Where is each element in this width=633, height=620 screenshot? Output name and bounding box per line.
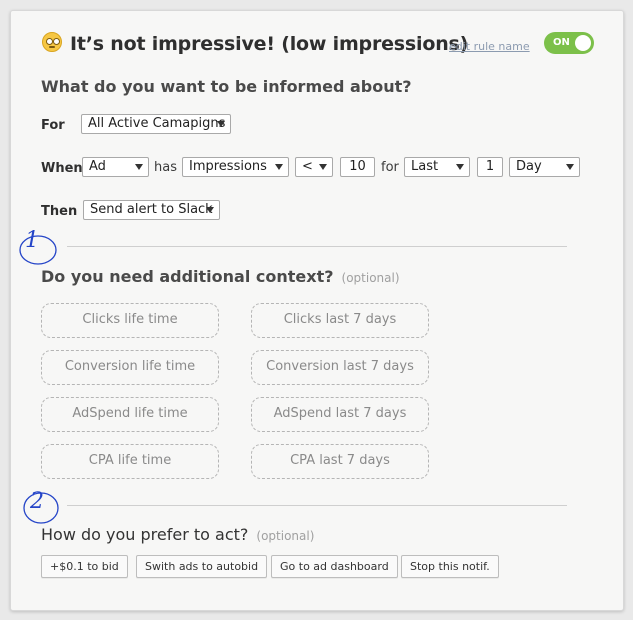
rule-enabled-toggle[interactable]: ON — [544, 32, 594, 54]
operator-select-value: < — [302, 159, 313, 174]
entity-select[interactable]: Ad — [82, 157, 149, 177]
campaign-select[interactable]: All Active Camapigns — [81, 114, 231, 134]
rule-title: It’s not impressive! (low impressions) — [70, 33, 469, 55]
period-type-select[interactable]: Last — [404, 157, 470, 177]
toggle-label: ON — [553, 37, 570, 48]
period-unit-select-value: Day — [516, 159, 542, 174]
bid-increase-button[interactable]: +$0.1 to bid — [41, 555, 128, 578]
rule-card: It’s not impressive! (low impressions) e… — [10, 10, 624, 611]
context-option-adspend-last-7-days[interactable]: AdSpend last 7 days — [251, 397, 429, 432]
face-with-rolling-eyes-icon — [42, 32, 62, 52]
chevron-down-icon — [217, 121, 225, 127]
entity-select-value: Ad — [89, 159, 106, 174]
for-text: for — [381, 160, 399, 175]
period-type-select-value: Last — [411, 159, 439, 174]
context-option-clicks-life-time[interactable]: Clicks life time — [41, 303, 219, 338]
metric-select-value: Impressions — [189, 159, 267, 174]
operator-select[interactable]: < — [295, 157, 333, 177]
context-heading: Do you need additional context? (optional… — [41, 267, 400, 286]
annotation-circle-two — [23, 492, 59, 524]
threshold-input[interactable]: 10 — [340, 157, 375, 177]
act-heading-text: How do you prefer to act? — [41, 525, 249, 544]
chevron-down-icon — [319, 164, 327, 170]
context-heading-text: Do you need additional context? — [41, 267, 334, 286]
chevron-down-icon — [206, 207, 214, 213]
period-count-input[interactable]: 1 — [477, 157, 503, 177]
chevron-down-icon — [456, 164, 464, 170]
action-channel-select-value: Send alert to Slack — [90, 202, 213, 217]
context-option-adspend-life-time[interactable]: AdSpend life time — [41, 397, 219, 432]
action-channel-select[interactable]: Send alert to Slack — [83, 200, 220, 220]
period-unit-select[interactable]: Day — [509, 157, 580, 177]
context-option-conversion-last-7-days[interactable]: Conversion last 7 days — [251, 350, 429, 385]
chevron-down-icon — [566, 164, 574, 170]
context-option-cpa-last-7-days[interactable]: CPA last 7 days — [251, 444, 429, 479]
has-text: has — [154, 160, 177, 175]
context-optional-label: (optional) — [341, 271, 400, 285]
ad-dashboard-button[interactable]: Go to ad dashboard — [271, 555, 398, 578]
for-label: For — [41, 118, 65, 133]
switch-autobid-button[interactable]: Swith ads to autobid — [136, 555, 268, 578]
chevron-down-icon — [135, 164, 143, 170]
act-heading: How do you prefer to act? (optional) — [41, 525, 314, 544]
context-option-cpa-life-time[interactable]: CPA life time — [41, 444, 219, 479]
toggle-knob — [575, 35, 591, 51]
then-label: Then — [41, 204, 78, 219]
divider-one — [67, 246, 567, 247]
divider-two — [67, 505, 567, 506]
inform-heading: What do you want to be informed about? — [41, 77, 412, 96]
context-option-clicks-last-7-days[interactable]: Clicks last 7 days — [251, 303, 429, 338]
metric-select[interactable]: Impressions — [182, 157, 289, 177]
annotation-circle-one — [19, 235, 57, 265]
chevron-down-icon — [275, 164, 283, 170]
stop-notification-button[interactable]: Stop this notif. — [401, 555, 499, 578]
edit-rule-name-link[interactable]: edit rule name — [449, 40, 530, 53]
context-option-conversion-life-time[interactable]: Conversion life time — [41, 350, 219, 385]
act-optional-label: (optional) — [256, 529, 315, 543]
when-label: When — [41, 161, 83, 176]
campaign-select-value: All Active Camapigns — [88, 116, 226, 131]
